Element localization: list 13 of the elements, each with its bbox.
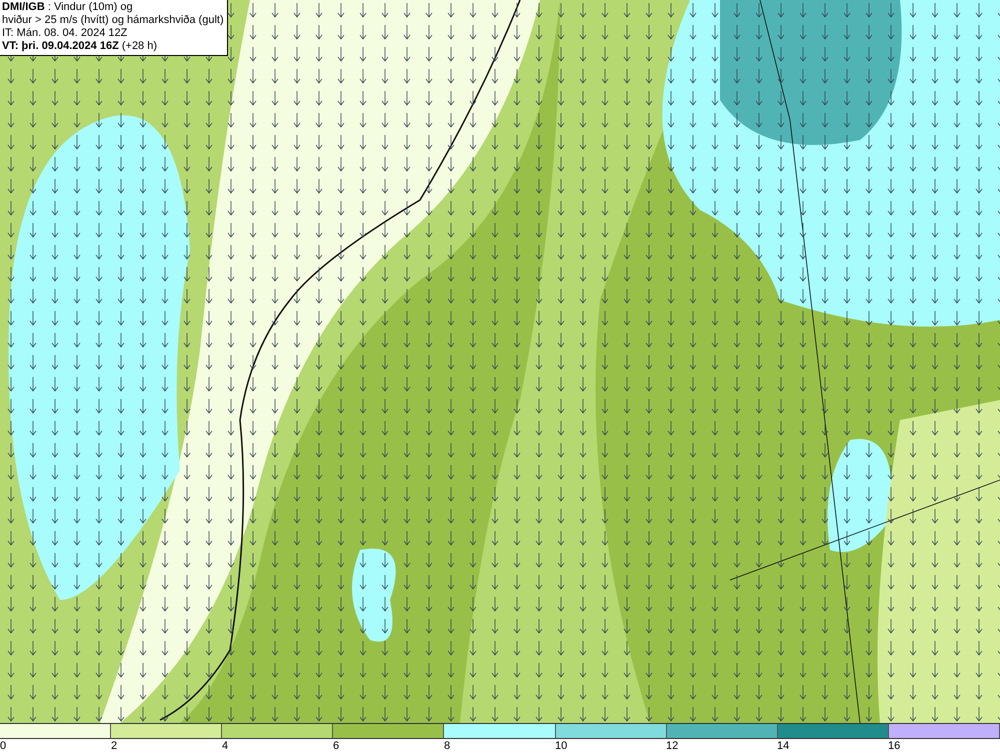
legend-tick-label: 16: [888, 740, 900, 752]
caption-line: DMI/IGB : Vindur (10m) og: [2, 1, 134, 14]
legend-tick-label: 0: [0, 740, 6, 752]
legend-tick-label: 8: [444, 740, 450, 752]
caption-line: IT: Mán. 08. 04. 2024 12Z: [2, 27, 128, 40]
caption-line: VT: þri. 09.04.2024 16Z (+28 h): [2, 40, 158, 53]
legend-tick-label: 10: [555, 740, 568, 752]
legend-tick-label: 12: [666, 740, 678, 752]
legend-tick-label: 6: [333, 740, 340, 752]
caption-line: hviður > 25 m/s (hvítt) og hámarkshviða (gult): [2, 14, 224, 27]
legend-tick-label: 4: [222, 740, 228, 752]
legend-tick-label: 14: [777, 740, 790, 752]
legend-tick-label: 2: [111, 740, 118, 752]
